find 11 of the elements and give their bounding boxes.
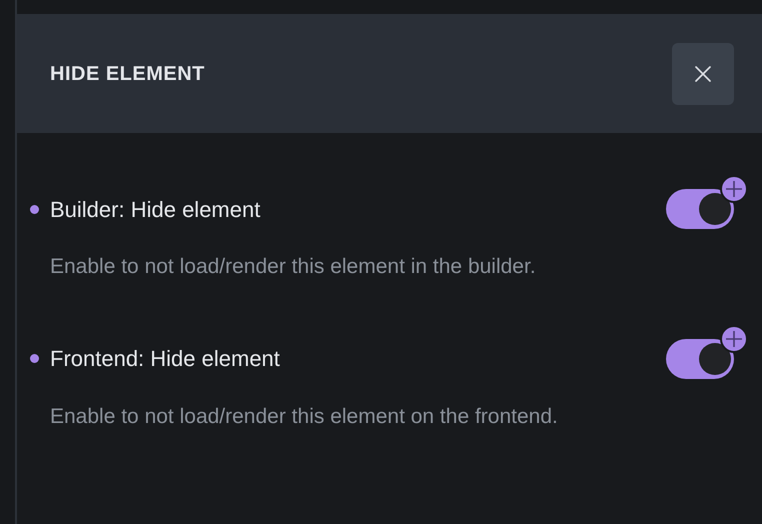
setting-label: Builder: Hide element bbox=[50, 196, 260, 224]
setting-description: Enable to not load/render this element in the builder. bbox=[50, 254, 537, 280]
setting-description: Enable to not load/render this element on the frontend. bbox=[50, 404, 559, 430]
toggle-knob bbox=[699, 342, 731, 374]
setting-label: Frontend: Hide element bbox=[50, 345, 280, 373]
plus-icon bbox=[725, 330, 743, 348]
toggle-switch[interactable] bbox=[666, 189, 734, 229]
plus-icon bbox=[725, 180, 743, 198]
toggle-knob bbox=[699, 193, 731, 225]
toggle-switch[interactable] bbox=[666, 338, 734, 378]
panel-title: HIDE ELEMENT bbox=[50, 62, 205, 86]
